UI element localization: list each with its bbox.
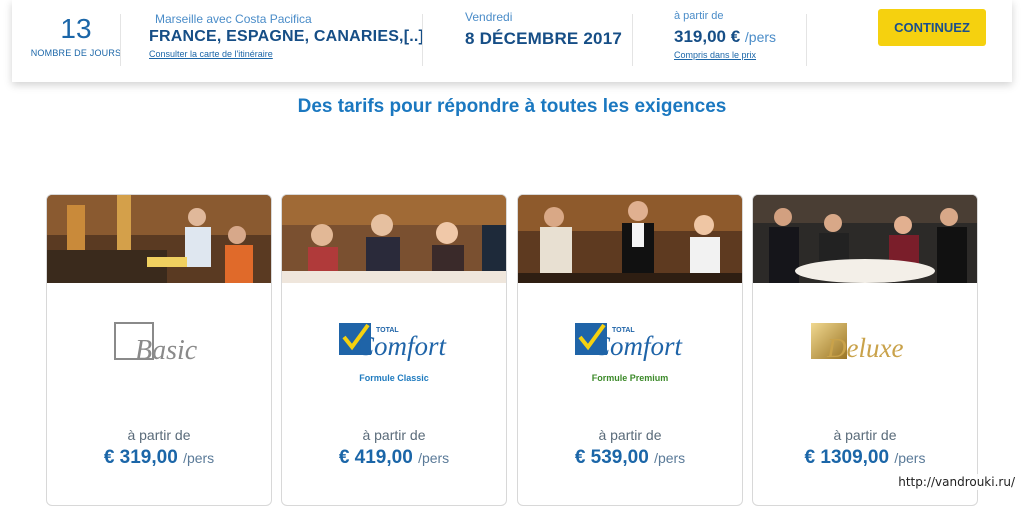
cruise-summary-bar: 13 NOMBRE DE JOURS Marseille avec Costa … bbox=[12, 0, 1012, 82]
divider bbox=[806, 14, 807, 66]
total-comfort-logo: TOTAL Comfort Formule Premium bbox=[518, 319, 742, 389]
card-from-label: à partir de bbox=[833, 427, 897, 443]
card-price-value: € 319,00 bbox=[103, 447, 178, 468]
card-price: € 539,00 /pers bbox=[518, 447, 742, 469]
departure-date-block: Vendredi 8 DÉCEMBRE 2017 bbox=[465, 10, 622, 49]
continue-button[interactable]: CONTINUEZ bbox=[878, 9, 986, 46]
buffet-photo bbox=[47, 195, 271, 283]
formula-label: Formule Premium bbox=[592, 373, 669, 383]
card-price: € 419,00 /pers bbox=[282, 447, 506, 469]
fare-card-deluxe[interactable]: Deluxe à partir de € 1309,00 /pers bbox=[752, 194, 978, 506]
watermark: http://vandrouki.ru/ bbox=[895, 474, 1018, 490]
basic-logo: Basic bbox=[47, 319, 271, 389]
card-per-person: /pers bbox=[418, 450, 450, 466]
itinerary-map-link[interactable]: Consulter la carte de l'itinéraire bbox=[149, 49, 424, 59]
total-comfort-logo: TOTAL Comfort Formule Classic bbox=[282, 319, 506, 389]
comfort-logo-text: Comfort bbox=[356, 331, 448, 361]
price-block: à partir de 319,00 € /pers Compris dans … bbox=[674, 10, 776, 60]
cruise-route: FRANCE, ESPAGNE, CANARIES,[..] bbox=[149, 28, 425, 45]
included-in-price-link[interactable]: Compris dans le prix bbox=[674, 50, 776, 60]
departure-date: 8 DÉCEMBRE 2017 bbox=[465, 29, 623, 48]
days-label: NOMBRE DE JOURS bbox=[30, 48, 122, 58]
card-from-label: à partir de bbox=[362, 427, 426, 443]
deluxe-logo-text: Deluxe bbox=[826, 333, 903, 363]
card-per-person: /pers bbox=[654, 450, 686, 466]
departure-port: Marseille avec Costa Pacifica bbox=[155, 12, 312, 26]
divider bbox=[632, 14, 633, 66]
weekday: Vendredi bbox=[465, 10, 513, 24]
per-person-label: /pers bbox=[744, 29, 777, 45]
header-price-value: 319,00 € bbox=[674, 27, 741, 46]
card-per-person: /pers bbox=[894, 450, 926, 466]
days-count-block: 13 NOMBRE DE JOURS bbox=[24, 12, 128, 58]
fare-card-basic[interactable]: Basic à partir de € 319,00 /pers bbox=[46, 194, 272, 506]
fare-card-comfort-premium[interactable]: TOTAL Comfort Formule Premium à partir d… bbox=[517, 194, 743, 506]
card-per-person: /pers bbox=[183, 450, 215, 466]
comfort-logo-text: Comfort bbox=[592, 331, 684, 361]
card-price-value: € 419,00 bbox=[338, 447, 413, 468]
page-headline: Des tarifs pour répondre à toutes les ex… bbox=[297, 96, 727, 117]
restaurant-photo bbox=[753, 195, 977, 283]
card-price-value: € 539,00 bbox=[574, 447, 649, 468]
divider bbox=[422, 14, 423, 66]
basic-logo-text: Basic bbox=[135, 335, 198, 366]
divider bbox=[120, 14, 121, 66]
card-price: € 1309,00 /pers bbox=[753, 447, 977, 469]
card-from-label: à partir de bbox=[598, 427, 662, 443]
formula-label: Formule Classic bbox=[359, 373, 429, 383]
header-price: 319,00 € /pers bbox=[674, 27, 776, 47]
cruise-info: Marseille avec Costa Pacifica FRANCE, ES… bbox=[149, 12, 424, 59]
bar-photo bbox=[518, 195, 742, 283]
card-from-label: à partir de bbox=[127, 427, 191, 443]
deluxe-logo: Deluxe bbox=[753, 319, 977, 389]
card-price-value: € 1309,00 bbox=[804, 447, 890, 468]
from-label: à partir de bbox=[674, 10, 724, 22]
card-price: € 319,00 /pers bbox=[47, 447, 271, 469]
dining-photo bbox=[282, 195, 506, 283]
fare-card-comfort-classic[interactable]: TOTAL Comfort Formule Classic à partir d… bbox=[281, 194, 507, 506]
days-count: 13 bbox=[60, 13, 92, 44]
